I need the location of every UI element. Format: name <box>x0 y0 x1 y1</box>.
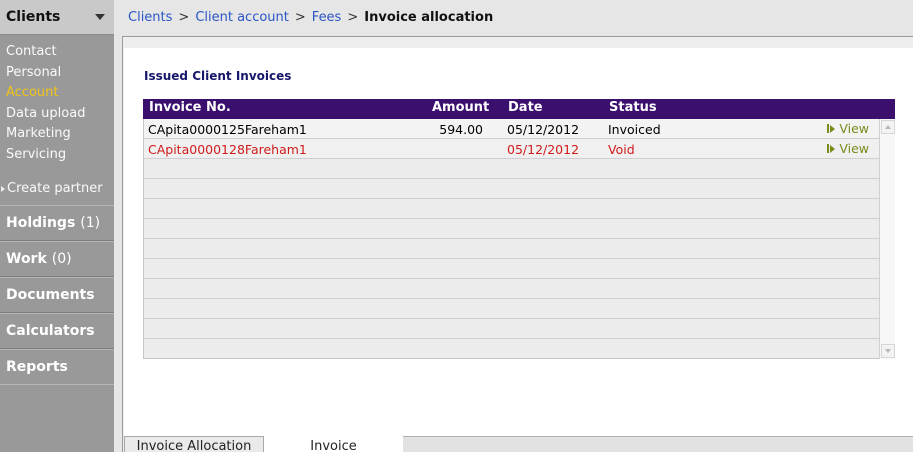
empty-table-row <box>144 299 879 319</box>
section-count: (0) <box>51 251 72 267</box>
tab-invoice[interactable]: Invoice <box>264 436 403 452</box>
sidebar-section-calculators[interactable]: Calculators <box>0 313 114 349</box>
sidebar-item-contact[interactable]: Contact <box>0 42 114 63</box>
view-label: View <box>839 141 869 156</box>
tab-invoice-allocation[interactable]: Invoice Allocation <box>124 436 264 452</box>
empty-table-row <box>144 219 879 239</box>
sidebar-section-reports[interactable]: Reports <box>0 349 114 385</box>
sidebar-sub-menu: Contact Personal Account Data upload Mar… <box>0 35 114 165</box>
breadcrumb-link-client-account[interactable]: Client account <box>195 10 289 25</box>
section-label: Reports <box>6 359 68 375</box>
scroll-up-arrow-icon[interactable] <box>881 120 895 134</box>
empty-table-row <box>144 339 879 359</box>
cell-status: Invoiced <box>608 122 661 137</box>
empty-table-row <box>144 179 879 199</box>
section-label: Documents <box>6 287 95 303</box>
breadcrumb-current: Invoice allocation <box>364 10 494 25</box>
breadcrumb-separator: > <box>347 10 359 25</box>
column-header-date[interactable]: Date <box>508 100 543 115</box>
view-link[interactable]: View <box>827 141 869 156</box>
scroll-down-arrow-icon[interactable] <box>881 344 895 358</box>
cell-status: Void <box>608 142 635 157</box>
sidebar-item-servicing[interactable]: Servicing <box>0 145 114 166</box>
section-title: Issued Client Invoices <box>144 69 292 83</box>
create-partner-label: Create partner <box>7 181 103 196</box>
sidebar-item-marketing[interactable]: Marketing <box>0 124 114 145</box>
section-count: (1) <box>80 215 101 231</box>
sidebar-header-title: Clients <box>6 9 61 25</box>
cell-date: 05/12/2012 <box>507 122 580 137</box>
sidebar-item-create-partner[interactable]: Create partner <box>0 179 114 205</box>
empty-table-row <box>144 159 879 179</box>
play-arrow-icon <box>827 124 830 133</box>
table-row[interactable]: CApita0000125Fareham1 594.00 05/12/2012 … <box>144 119 879 139</box>
sidebar-item-data-upload[interactable]: Data upload <box>0 104 114 125</box>
breadcrumb-link-clients[interactable]: Clients <box>128 10 172 25</box>
breadcrumb-separator: > <box>178 10 190 25</box>
sidebar-section-work[interactable]: Work (0) <box>0 241 114 277</box>
empty-table-row <box>144 259 879 279</box>
triangle-right-icon <box>1 186 5 192</box>
sidebar-item-account[interactable]: Account <box>0 83 114 104</box>
section-label: Work <box>6 251 47 267</box>
sidebar-header[interactable]: Clients <box>0 0 114 35</box>
cell-date: 05/12/2012 <box>507 142 580 157</box>
section-label: Holdings <box>6 215 76 231</box>
table-body: CApita0000125Fareham1 594.00 05/12/2012 … <box>143 119 895 359</box>
column-header-status[interactable]: Status <box>609 100 657 115</box>
column-header-amount[interactable]: Amount <box>432 100 489 115</box>
view-label: View <box>839 121 869 136</box>
invoices-table: Invoice No. Amount Date Status CApita000… <box>143 99 895 359</box>
column-header-invoice-no[interactable]: Invoice No. <box>149 100 231 115</box>
empty-table-row <box>144 279 879 299</box>
table-row[interactable]: CApita0000128Fareham1 05/12/2012 Void Vi… <box>144 139 879 159</box>
sidebar-section-holdings[interactable]: Holdings (1) <box>0 205 114 241</box>
breadcrumb-separator: > <box>294 10 306 25</box>
play-arrow-icon <box>830 144 836 153</box>
chevron-down-icon[interactable] <box>95 14 105 20</box>
section-label: Calculators <box>6 323 95 339</box>
sidebar-empty-area <box>0 384 114 452</box>
view-link[interactable]: View <box>827 121 869 136</box>
table-header: Invoice No. Amount Date Status <box>143 99 895 119</box>
sidebar-item-personal[interactable]: Personal <box>0 63 114 84</box>
cell-amount: 594.00 <box>439 122 483 137</box>
breadcrumb-link-fees[interactable]: Fees <box>312 10 342 25</box>
play-arrow-icon <box>827 144 830 153</box>
breadcrumb: Clients > Client account > Fees > Invoic… <box>114 0 913 35</box>
play-arrow-icon <box>830 124 836 133</box>
cell-invoice-no: CApita0000128Fareham1 <box>148 142 307 157</box>
empty-table-row <box>144 199 879 219</box>
empty-table-row <box>144 319 879 339</box>
sidebar-section-documents[interactable]: Documents <box>0 277 114 313</box>
cell-invoice-no: CApita0000125Fareham1 <box>148 122 307 137</box>
empty-table-row <box>144 239 879 259</box>
bottom-tab-bar: Invoice Allocation Invoice <box>124 436 913 452</box>
table-scrollbar[interactable] <box>879 119 895 359</box>
